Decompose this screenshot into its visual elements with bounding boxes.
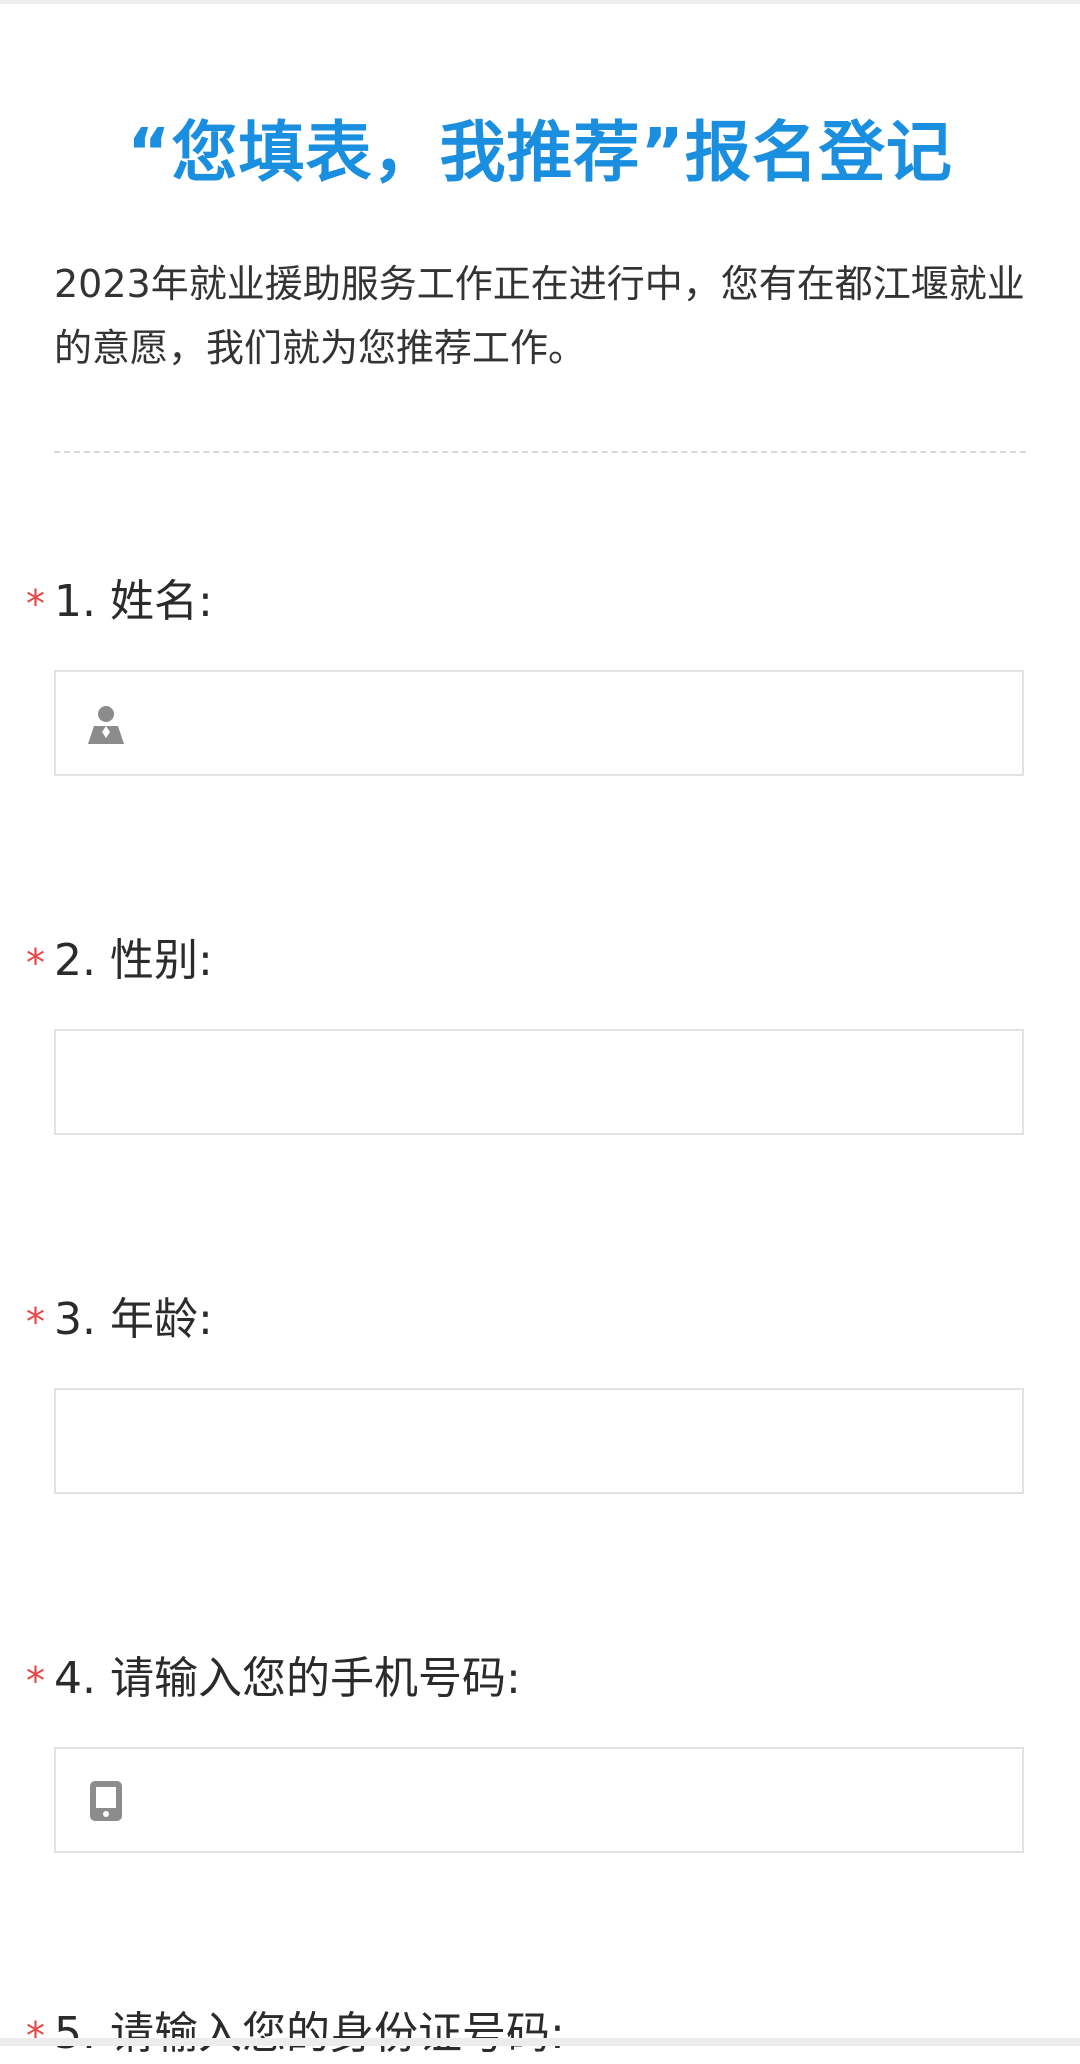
- page-title: “您填表，我推荐”报名登记: [127, 114, 953, 191]
- age-field[interactable]: [54, 1388, 1024, 1494]
- required-star: *: [26, 1300, 45, 1344]
- name-input[interactable]: [156, 672, 1000, 776]
- question-label: 5. 请输入您的身份证号码:: [54, 2008, 565, 2059]
- question-label: 2. 性别:: [54, 935, 213, 986]
- required-star: *: [26, 582, 45, 626]
- required-star: *: [26, 1659, 45, 1703]
- question-label: 4. 请输入您的手机号码:: [54, 1653, 521, 1704]
- name-field[interactable]: [54, 670, 1024, 776]
- phone-input[interactable]: [156, 1749, 1000, 1853]
- question-label: 3. 年龄:: [54, 1294, 213, 1345]
- person-icon: [86, 704, 126, 744]
- form-description: 2023年就业援助服务工作正在进行中，您有在都江堰就业的意愿，我们就为您推荐工作…: [54, 262, 1025, 370]
- question-label: 1. 姓名:: [54, 576, 213, 627]
- phone-icon: [86, 1781, 126, 1821]
- age-input[interactable]: [86, 1390, 1000, 1494]
- divider: [54, 451, 1026, 453]
- gender-input[interactable]: [86, 1031, 1000, 1135]
- required-star: *: [26, 941, 45, 985]
- bottom-bar: [0, 2038, 1080, 2046]
- required-star: *: [26, 2014, 45, 2058]
- phone-field[interactable]: [54, 1747, 1024, 1853]
- top-strip: [0, 0, 1080, 4]
- gender-field[interactable]: [54, 1029, 1024, 1135]
